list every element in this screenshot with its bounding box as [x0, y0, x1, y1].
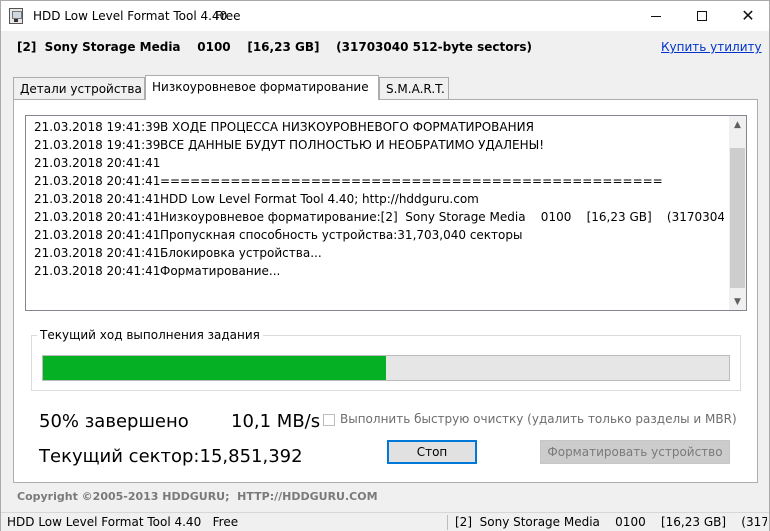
copyright-text: Copyright ©2005-2013 HDDGURU; HTTP://HDD… — [17, 490, 378, 503]
log-text: В ХОДЕ ПРОЦЕССА НИЗКОУРОВНЕВОГО ФОРМАТИР… — [160, 120, 534, 134]
minimize-icon — [651, 15, 661, 17]
close-icon: ✕ — [741, 6, 755, 25]
quick-wipe-label[interactable]: Выполнить быструю очистку (удалить тольк… — [340, 412, 737, 426]
buy-utility-link[interactable]: Купить утилиту — [661, 40, 762, 54]
window-title-suffix: Free — [215, 9, 241, 23]
log-text: ВСЕ ДАННЫЕ БУДУТ ПОЛНОСТЬЮ И НЕОБРАТИМО … — [160, 138, 545, 152]
title-bar[interactable]: HDD Low Level Format Tool 4.40 Free ✕ — [1, 1, 769, 31]
log-text: HDD Low Level Format Tool 4.40; http://h… — [160, 192, 479, 206]
maximize-icon — [697, 11, 707, 21]
status-bar: HDD Low Level Format Tool 4.40 Free [2] … — [1, 512, 769, 531]
progress-fill — [43, 356, 386, 380]
percent-complete: 50% завершено — [39, 411, 189, 432]
transfer-speed: 10,1 MB/s — [231, 411, 321, 432]
hdd-app-icon[interactable] — [9, 8, 23, 24]
log-time: 21.03.2018 20:41:41 — [34, 210, 161, 224]
tab-low-level-format[interactable]: Низкоуровневое форматирование — [145, 75, 379, 100]
log-line: 21.03.2018 20:41:41Пропускная способност… — [34, 226, 724, 244]
log-line: 21.03.2018 20:41:41 — [34, 154, 724, 172]
log-line: 21.03.2018 20:41:41Блокировка устройства… — [34, 244, 724, 262]
log-scrollbar[interactable]: ▲ ▼ — [729, 116, 746, 310]
progress-bar — [42, 355, 730, 381]
stop-button[interactable]: Стоп — [387, 440, 477, 464]
log-line: 21.03.2018 20:41:41Низкоуровневое формат… — [34, 208, 724, 226]
current-sector: Текущий сектор:15,851,392 — [39, 446, 303, 467]
quick-wipe-checkbox[interactable] — [323, 414, 335, 426]
scroll-thumb[interactable] — [730, 148, 745, 288]
format-device-button[interactable]: Форматировать устройство — [540, 440, 730, 464]
log-text: Блокировка устройства... — [160, 246, 322, 260]
close-button[interactable]: ✕ — [725, 1, 770, 31]
log-line: 21.03.2018 19:41:39ВСЕ ДАННЫЕ БУДУТ ПОЛН… — [34, 136, 724, 154]
maximize-button[interactable] — [679, 1, 725, 31]
log-time: 21.03.2018 20:41:41 — [34, 264, 161, 278]
tab-smart[interactable]: S.M.A.R.T. — [379, 77, 449, 99]
log-time: 21.03.2018 19:41:39 — [34, 138, 161, 152]
log-text: Форматирование... — [160, 264, 281, 278]
log-text: Пропускная способность устройства:31,703… — [160, 228, 523, 242]
log-line: 21.03.2018 20:41:41=====================… — [34, 172, 724, 190]
log-line: 21.03.2018 19:41:39В ХОДЕ ПРОЦЕССА НИЗКО… — [34, 118, 724, 136]
log-time: 21.03.2018 20:41:41 — [34, 174, 161, 188]
app-window: HDD Low Level Format Tool 4.40 Free ✕ [2… — [0, 0, 770, 531]
tab-device-details[interactable]: Детали устройства — [13, 77, 145, 99]
log-time: 21.03.2018 20:41:41 — [34, 228, 161, 242]
log-time: 21.03.2018 20:41:41 — [34, 246, 161, 260]
log-time: 21.03.2018 20:41:41 — [34, 156, 161, 170]
status-divider — [447, 515, 448, 530]
minimize-button[interactable] — [633, 1, 679, 31]
status-app: HDD Low Level Format Tool 4.40 Free — [7, 515, 239, 529]
log-time: 21.03.2018 20:41:41 — [34, 192, 161, 206]
status-device: [2] Sony Storage Media 0100 [16,23 GB] (… — [455, 515, 767, 529]
device-summary: [2] Sony Storage Media 0100 [16,23 GB] (… — [17, 40, 533, 54]
log-text: ========================================… — [160, 174, 663, 188]
log-line: 21.03.2018 20:41:41Форматирование... — [34, 262, 724, 280]
log-text: Низкоуровневое форматирование:[2] Sony S… — [160, 210, 724, 224]
log-box[interactable]: 21.03.2018 19:41:39В ХОДЕ ПРОЦЕССА НИЗКО… — [25, 115, 747, 311]
log-time: 21.03.2018 19:41:39 — [34, 120, 161, 134]
window-title: HDD Low Level Format Tool 4.40 — [33, 9, 228, 23]
log-lines: 21.03.2018 19:41:39В ХОДЕ ПРОЦЕССА НИЗКО… — [34, 118, 724, 308]
scroll-down-icon[interactable]: ▼ — [729, 293, 746, 310]
log-line: 21.03.2018 20:41:41HDD Low Level Format … — [34, 190, 724, 208]
scroll-up-icon[interactable]: ▲ — [729, 116, 746, 133]
progress-group-label: Текущий ход выполнения задания — [37, 328, 263, 342]
